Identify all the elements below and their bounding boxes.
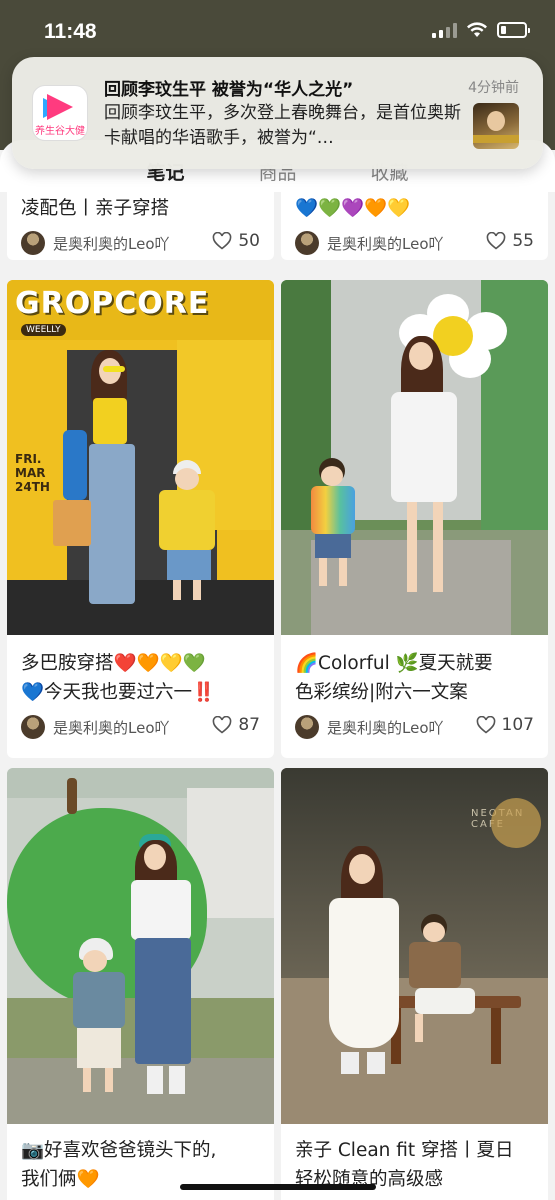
note-cover-image xyxy=(281,280,548,635)
note-cover-image: NEOTAN CAFE xyxy=(281,768,548,1124)
note-title: 多巴胺穿搭❤️🧡💛💚 💙今天我也要过六一‼️ xyxy=(21,653,216,703)
note-meta: 是奥利奥的Leo吖 55 xyxy=(281,223,548,260)
like-button[interactable]: 107 xyxy=(476,715,534,735)
notes-feed: 凌配色丨亲子穿搭 是奥利奥的Leo吖 50 GROPCORE WEELLY FR… xyxy=(0,192,555,1200)
cover-brand: WEELLY xyxy=(21,324,66,336)
note-meta: 是奥利奥的Leo吖 50 xyxy=(7,223,274,260)
heart-icon xyxy=(213,232,232,250)
author-avatar[interactable] xyxy=(295,231,319,255)
status-time: 11:48 xyxy=(44,20,97,43)
status-bar: 11:48 xyxy=(0,0,555,64)
note-meta: 是奥利奥的Leo吖 107 xyxy=(281,707,548,747)
home-indicator[interactable] xyxy=(180,1184,376,1190)
heart-icon xyxy=(487,232,506,250)
note-meta: 是奥利奥的Leo吖 87 xyxy=(7,707,274,747)
note-title: 🌈Colorful 🌿夏天就要 色彩缤纷|附六一文案 xyxy=(295,653,493,703)
note-card[interactable]: 凌配色丨亲子穿搭 是奥利奥的Leo吖 50 xyxy=(7,192,274,260)
notification-body: 回顾李玟生平，多次登上春晚舞台，是首位奥斯卡献唱的华语歌手，被誉为“… xyxy=(104,103,461,148)
like-count: 87 xyxy=(238,715,260,735)
like-button[interactable]: 87 xyxy=(212,715,260,735)
notification-thumbnail xyxy=(473,103,519,149)
author-name[interactable]: 是奥利奥的Leo吖 xyxy=(327,717,444,738)
like-count: 107 xyxy=(501,715,534,735)
note-title: 💙💚💜🧡💛 xyxy=(295,198,411,219)
note-card[interactable]: GROPCORE WEELLY FRI. MAR 24TH 多巴胺穿搭❤️🧡💛💚… xyxy=(7,280,274,758)
battery-icon xyxy=(497,22,530,38)
app-icon-label: 养生谷大健 xyxy=(35,126,85,137)
cellular-signal-icon xyxy=(432,22,457,38)
author-avatar[interactable] xyxy=(295,715,319,739)
note-card[interactable]: NEOTAN CAFE xyxy=(281,768,548,1200)
like-button[interactable]: 55 xyxy=(486,231,534,251)
video-app-icon: 养生谷大健 xyxy=(32,85,88,141)
author-avatar[interactable] xyxy=(21,231,45,255)
cover-date: FRI. MAR 24TH xyxy=(15,452,50,494)
author-avatar[interactable] xyxy=(21,715,45,739)
note-card[interactable]: 💙💚💜🧡💛 是奥利奥的Leo吖 55 xyxy=(281,192,548,260)
note-card[interactable]: 📷好喜欢爸爸镜头下的, 我们俩🧡 xyxy=(7,768,274,1200)
notification-title: 回顾李玟生平 被誉为“华人之光” xyxy=(104,80,354,100)
like-count: 55 xyxy=(512,231,534,251)
note-cover-image xyxy=(7,768,274,1124)
note-title: 凌配色丨亲子穿搭 xyxy=(21,198,170,219)
like-button[interactable]: 50 xyxy=(212,231,260,251)
wifi-icon xyxy=(467,22,487,37)
author-name[interactable]: 是奥利奥的Leo吖 xyxy=(327,233,444,254)
note-cover-image: GROPCORE WEELLY FRI. MAR 24TH xyxy=(7,280,274,635)
push-notification[interactable]: 养生谷大健 回顾李玟生平 被誉为“华人之光” 4分钟前 回顾李玟生平，多次登上春… xyxy=(12,57,543,169)
status-icons xyxy=(432,22,530,38)
notification-time: 4分钟前 xyxy=(468,80,519,96)
note-card[interactable]: 🌈Colorful 🌿夏天就要 色彩缤纷|附六一文案 是奥利奥的Leo吖 107 xyxy=(281,280,548,758)
author-name[interactable]: 是奥利奥的Leo吖 xyxy=(53,233,170,254)
author-name[interactable]: 是奥利奥的Leo吖 xyxy=(53,717,170,738)
cover-overlay-title: GROPCORE xyxy=(15,286,210,321)
heart-icon xyxy=(476,716,495,734)
like-count: 50 xyxy=(238,231,260,251)
heart-icon xyxy=(213,716,232,734)
